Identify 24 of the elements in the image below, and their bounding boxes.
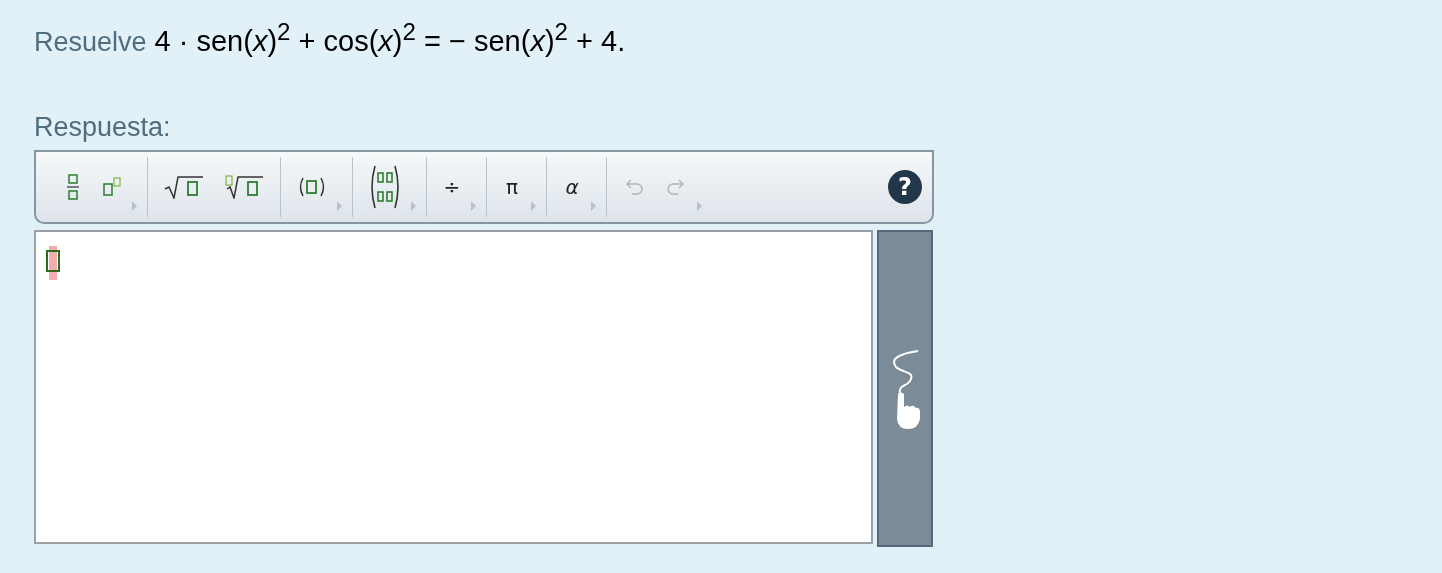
dropdown-arrow-icon[interactable]	[132, 201, 137, 211]
nth-root-icon	[224, 175, 264, 199]
dropdown-arrow-icon[interactable]	[411, 201, 416, 211]
dropdown-arrow-icon[interactable]	[337, 201, 342, 211]
parentheses-icon	[297, 176, 327, 198]
symbol-button[interactable]: α	[553, 159, 591, 215]
instruction-text: Resuelve	[34, 26, 147, 58]
fraction-icon	[67, 174, 79, 200]
symbol-button[interactable]: π	[493, 159, 531, 215]
dropdown-arrow-icon[interactable]	[471, 201, 476, 211]
superscript-icon	[102, 177, 122, 197]
undo-icon	[623, 178, 645, 196]
redo-icon	[665, 178, 687, 196]
symbol-button[interactable]: ÷	[433, 159, 471, 215]
dropdown-arrow-icon[interactable]	[591, 201, 596, 211]
equation: 4 · sen(x)$^{2}$ + cos(x)$^{2}$ = − sen(x)$^{2}$ + 4.	[154, 18, 626, 58]
matrix-icon	[369, 164, 401, 210]
handwriting-panel[interactable]	[877, 230, 933, 547]
dropdown-arrow-icon[interactable]	[697, 201, 702, 211]
help-button[interactable]: ?	[888, 170, 922, 204]
dropdown-arrow-icon[interactable]	[531, 201, 536, 211]
answer-label: Respuesta:	[34, 112, 172, 144]
square-root-icon	[164, 175, 204, 199]
math-input-field[interactable]	[34, 230, 873, 544]
